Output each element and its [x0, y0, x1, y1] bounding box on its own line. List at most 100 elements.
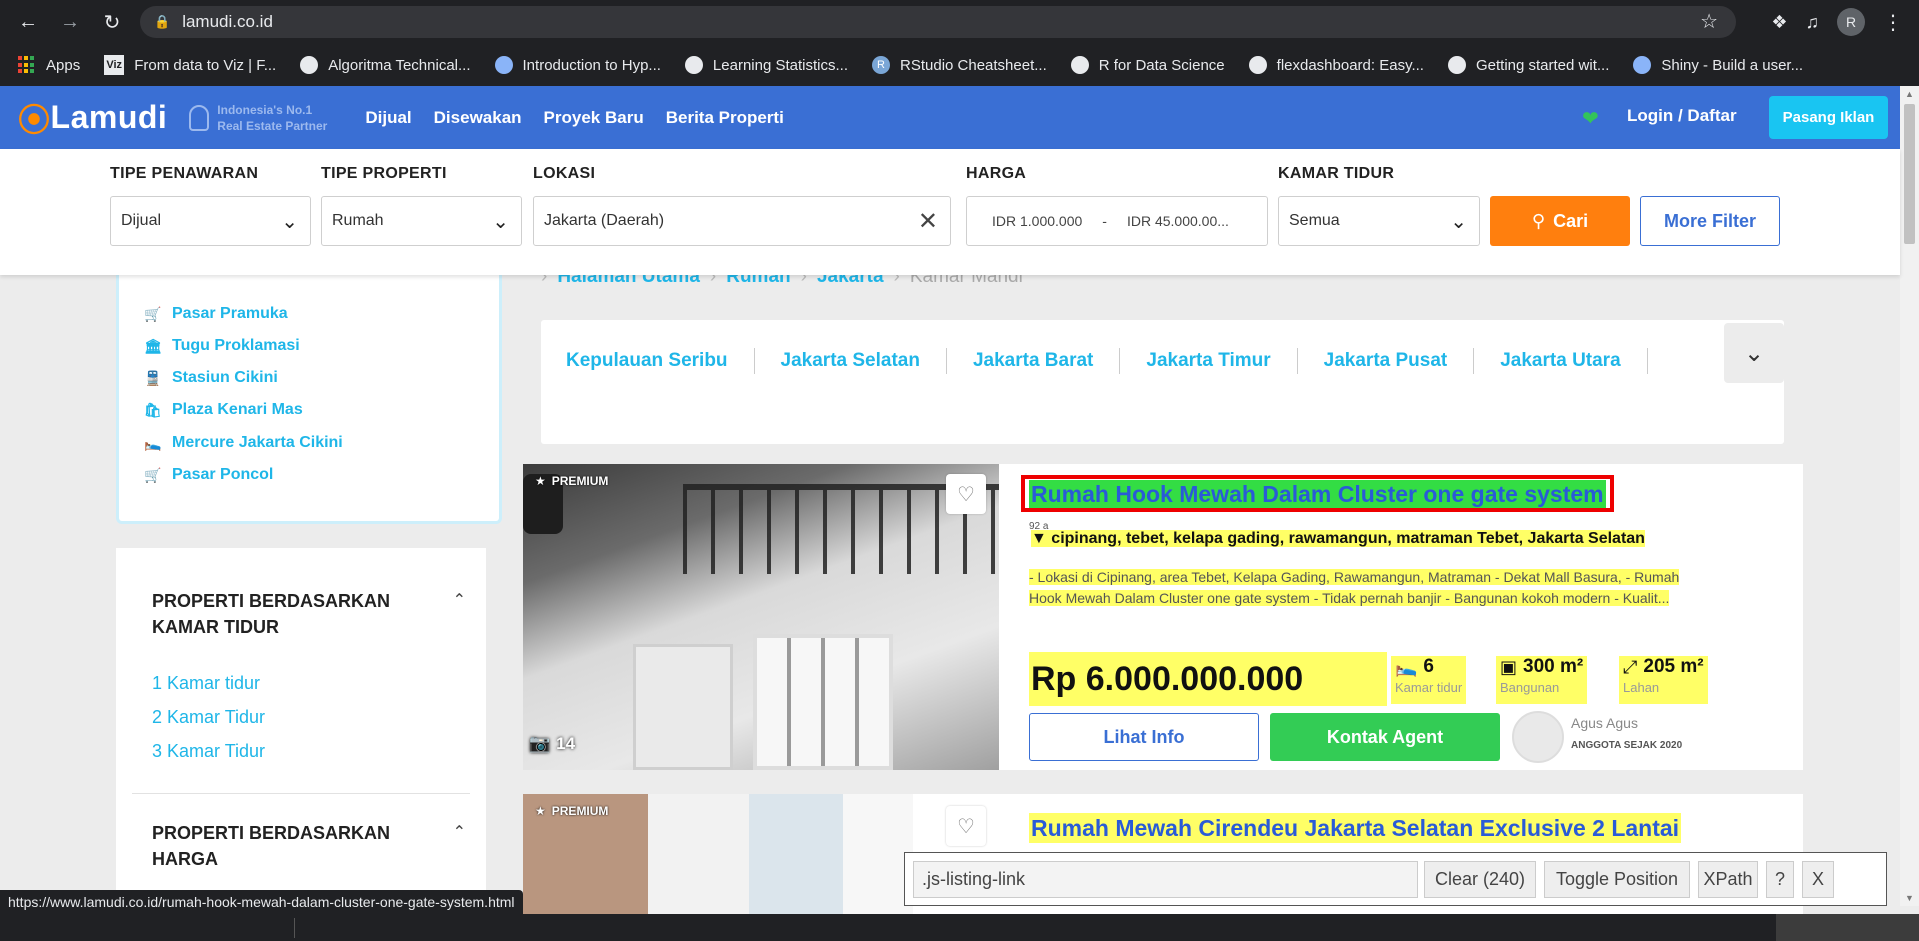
main-nav: Dijual Disewakan Proyek Baru Berita Prop… [365, 108, 783, 128]
extensions-icon[interactable]: ❖ [1771, 12, 1787, 33]
toggle-position-button[interactable]: Toggle Position [1544, 861, 1690, 898]
photo-count: 📷 14 [529, 734, 576, 753]
divider [132, 793, 470, 794]
region-link[interactable]: Jakarta Utara [1474, 348, 1648, 374]
bookmark-item[interactable]: R for Data Science [1070, 56, 1225, 74]
bed-icon: 🛌 [1395, 656, 1418, 677]
sidebar-link[interactable]: 3 Kamar Tidur [152, 741, 265, 762]
lihat-info-button[interactable]: Lihat Info [1029, 713, 1259, 761]
property-type-select[interactable]: Rumah ⌄ [321, 196, 522, 246]
menu-icon[interactable]: ⋮ [1883, 10, 1903, 35]
css-selector-input[interactable]: .js-listing-link [913, 861, 1418, 898]
tagline: Indonesia's No.1 Real Estate Partner [189, 102, 327, 134]
agent-avatar[interactable] [1512, 711, 1564, 763]
listing-title-link[interactable]: Rumah Hook Mewah Dalam Cluster one gate … [1029, 479, 1606, 508]
pin-icon: ▼ [1031, 530, 1047, 547]
forward-icon[interactable]: → [56, 8, 84, 36]
close-button[interactable]: X [1802, 861, 1834, 898]
location-input[interactable]: Jakarta (Daerah) ✕ [533, 196, 951, 246]
bedroom-label: KAMAR TIDUR [1278, 165, 1395, 182]
sidebar-price-title[interactable]: PROPERTI BERDASARKAN HARGA [152, 820, 412, 872]
search-button[interactable]: ⚲ Cari [1490, 196, 1630, 246]
poi-item[interactable]: 🛒 Pasar Poncol [144, 466, 273, 484]
media-icon[interactable]: ♫ [1806, 12, 1820, 33]
chevron-up-icon[interactable]: ⌃ [453, 822, 466, 842]
more-filter-button[interactable]: More Filter [1640, 196, 1780, 246]
globe-icon [1447, 56, 1466, 74]
poi-item[interactable]: 🛌 Mercure Jakarta Cikini [144, 434, 343, 452]
bookmark-item[interactable]: Viz From data to Viz | F... [104, 55, 276, 75]
region-link[interactable]: Jakarta Pusat [1298, 348, 1475, 374]
bookmark-item[interactable]: R RStudio Cheatsheet... [872, 56, 1047, 74]
medal-icon [189, 104, 210, 131]
xpath-button[interactable]: XPath [1698, 861, 1758, 898]
help-button[interactable]: ? [1766, 861, 1794, 898]
search-icon: ⚲ [1531, 210, 1546, 231]
rstudio-icon: R [872, 56, 890, 74]
chevron-up-icon[interactable]: ⌃ [453, 590, 466, 610]
listing-photo[interactable]: ★ PREMIUM 📷 14 [523, 464, 999, 770]
sidebar-link[interactable]: 1 Kamar tidur [152, 673, 260, 694]
region-link[interactable]: Kepulauan Seribu [566, 348, 755, 374]
poi-item[interactable]: 🛍 Plaza Kenari Mas [144, 401, 303, 419]
scroll-thumb[interactable] [1904, 104, 1915, 244]
region-link[interactable]: Jakarta Barat [947, 348, 1121, 374]
region-links-card: Kepulauan Seribu Jakarta Selatan Jakarta… [541, 320, 1784, 444]
region-link[interactable]: Jakarta Selatan [755, 348, 947, 374]
nearby-poi-list: 🛒 Pasar Pramuka 🏛 Tugu Proklamasi 🚆 Stasiun… [116, 265, 502, 524]
chevron-down-icon: ⌄ [281, 211, 298, 233]
bedroom-select[interactable]: Semua ⌄ [1278, 196, 1480, 246]
login-link[interactable]: Login / Daftar [1627, 106, 1737, 126]
nav-proyek-baru[interactable]: Proyek Baru [544, 108, 644, 128]
scroll-down-icon[interactable]: ▼ [1900, 890, 1919, 906]
address-bar[interactable]: 🔒 lamudi.co.id ☆ [140, 6, 1736, 38]
viz-icon: Viz [104, 55, 125, 75]
listing-title-link[interactable]: Rumah Mewah Cirendeu Jakarta Selatan Exc… [1029, 813, 1682, 843]
bookmark-item[interactable]: Getting started wit... [1447, 56, 1609, 74]
region-link[interactable]: Jakarta Timur [1120, 348, 1298, 374]
lamudi-logo[interactable]: ⦿ Lamudi [18, 95, 167, 141]
bookmark-item[interactable]: flexdashboard: Easy... [1248, 56, 1424, 74]
favorite-heart-button[interactable]: ♡ [946, 806, 986, 846]
scroll-up-icon[interactable]: ▲ [1900, 86, 1919, 102]
bookmark-item[interactable]: Shiny - Build a user... [1633, 56, 1803, 74]
favorite-heart-button[interactable]: ♡ [946, 474, 986, 514]
site-header: ⦿ Lamudi Indonesia's No.1 Real Estate Part… [0, 86, 1900, 149]
cart-icon: 🛒 [144, 305, 162, 322]
expand-regions-button[interactable]: ⌄ [1724, 323, 1784, 383]
poi-item[interactable]: 🛒 Pasar Pramuka [144, 305, 288, 323]
listing-photo[interactable]: ★ PREMIUM [523, 794, 913, 914]
selector-gadget-toolbar: .js-listing-link Clear (240) Toggle Posi… [904, 852, 1887, 906]
back-icon[interactable]: ← [14, 8, 42, 36]
pasang-iklan-button[interactable]: Pasang Iklan [1769, 96, 1888, 139]
premium-badge: ★ PREMIUM [535, 804, 609, 818]
search-filter-bar: TIPE PENAWARAN Dijual ⌄ TIPE PROPERTI Rum… [0, 149, 1900, 275]
page-scrollbar[interactable]: ▲ ▼ [1900, 86, 1919, 906]
address-url[interactable]: lamudi.co.id [182, 12, 273, 32]
nav-dijual[interactable]: Dijual [365, 108, 411, 128]
sidebar-bedroom-title[interactable]: PROPERTI BERDASARKAN KAMAR TIDUR [152, 588, 412, 640]
clear-icon[interactable]: ✕ [918, 207, 938, 236]
nav-disewakan[interactable]: Disewakan [434, 108, 522, 128]
floorplan-icon: ▣ [1500, 656, 1518, 677]
reload-icon[interactable]: ↻ [98, 8, 126, 36]
poi-item[interactable]: 🏛 Tugu Proklamasi [144, 337, 300, 355]
offer-type-select[interactable]: Dijual ⌄ [110, 196, 311, 246]
kontak-agent-button[interactable]: Kontak Agent [1270, 713, 1500, 761]
poi-item[interactable]: 🚆 Stasiun Cikini [144, 369, 278, 387]
price-range-input[interactable]: IDR 1.000.000- IDR 45.000.00... [966, 196, 1268, 246]
profile-avatar[interactable]: R [1837, 8, 1865, 36]
bookmark-item[interactable]: Learning Statistics... [684, 56, 848, 74]
bookmark-item[interactable]: Introduction to Hyp... [494, 56, 661, 74]
agent-name[interactable]: Agus Agus [1571, 715, 1638, 731]
bookmark-apps[interactable]: Apps [18, 56, 80, 74]
apps-grid-icon [18, 56, 36, 74]
clear-button[interactable]: Clear (240) [1424, 861, 1536, 898]
bookmark-star-icon[interactable]: ☆ [1700, 9, 1718, 34]
feature-building: ▣ 300 m² Bangunan [1496, 656, 1588, 704]
listing-description: - Lokasi di Cipinang, area Tebet, Kelapa… [1029, 569, 1680, 606]
bookmark-item[interactable]: Algoritma Technical... [300, 56, 471, 74]
favorites-heart-icon[interactable]: ❤ [1582, 106, 1599, 131]
nav-berita-properti[interactable]: Berita Properti [666, 108, 784, 128]
sidebar-link[interactable]: 2 Kamar Tidur [152, 707, 265, 728]
